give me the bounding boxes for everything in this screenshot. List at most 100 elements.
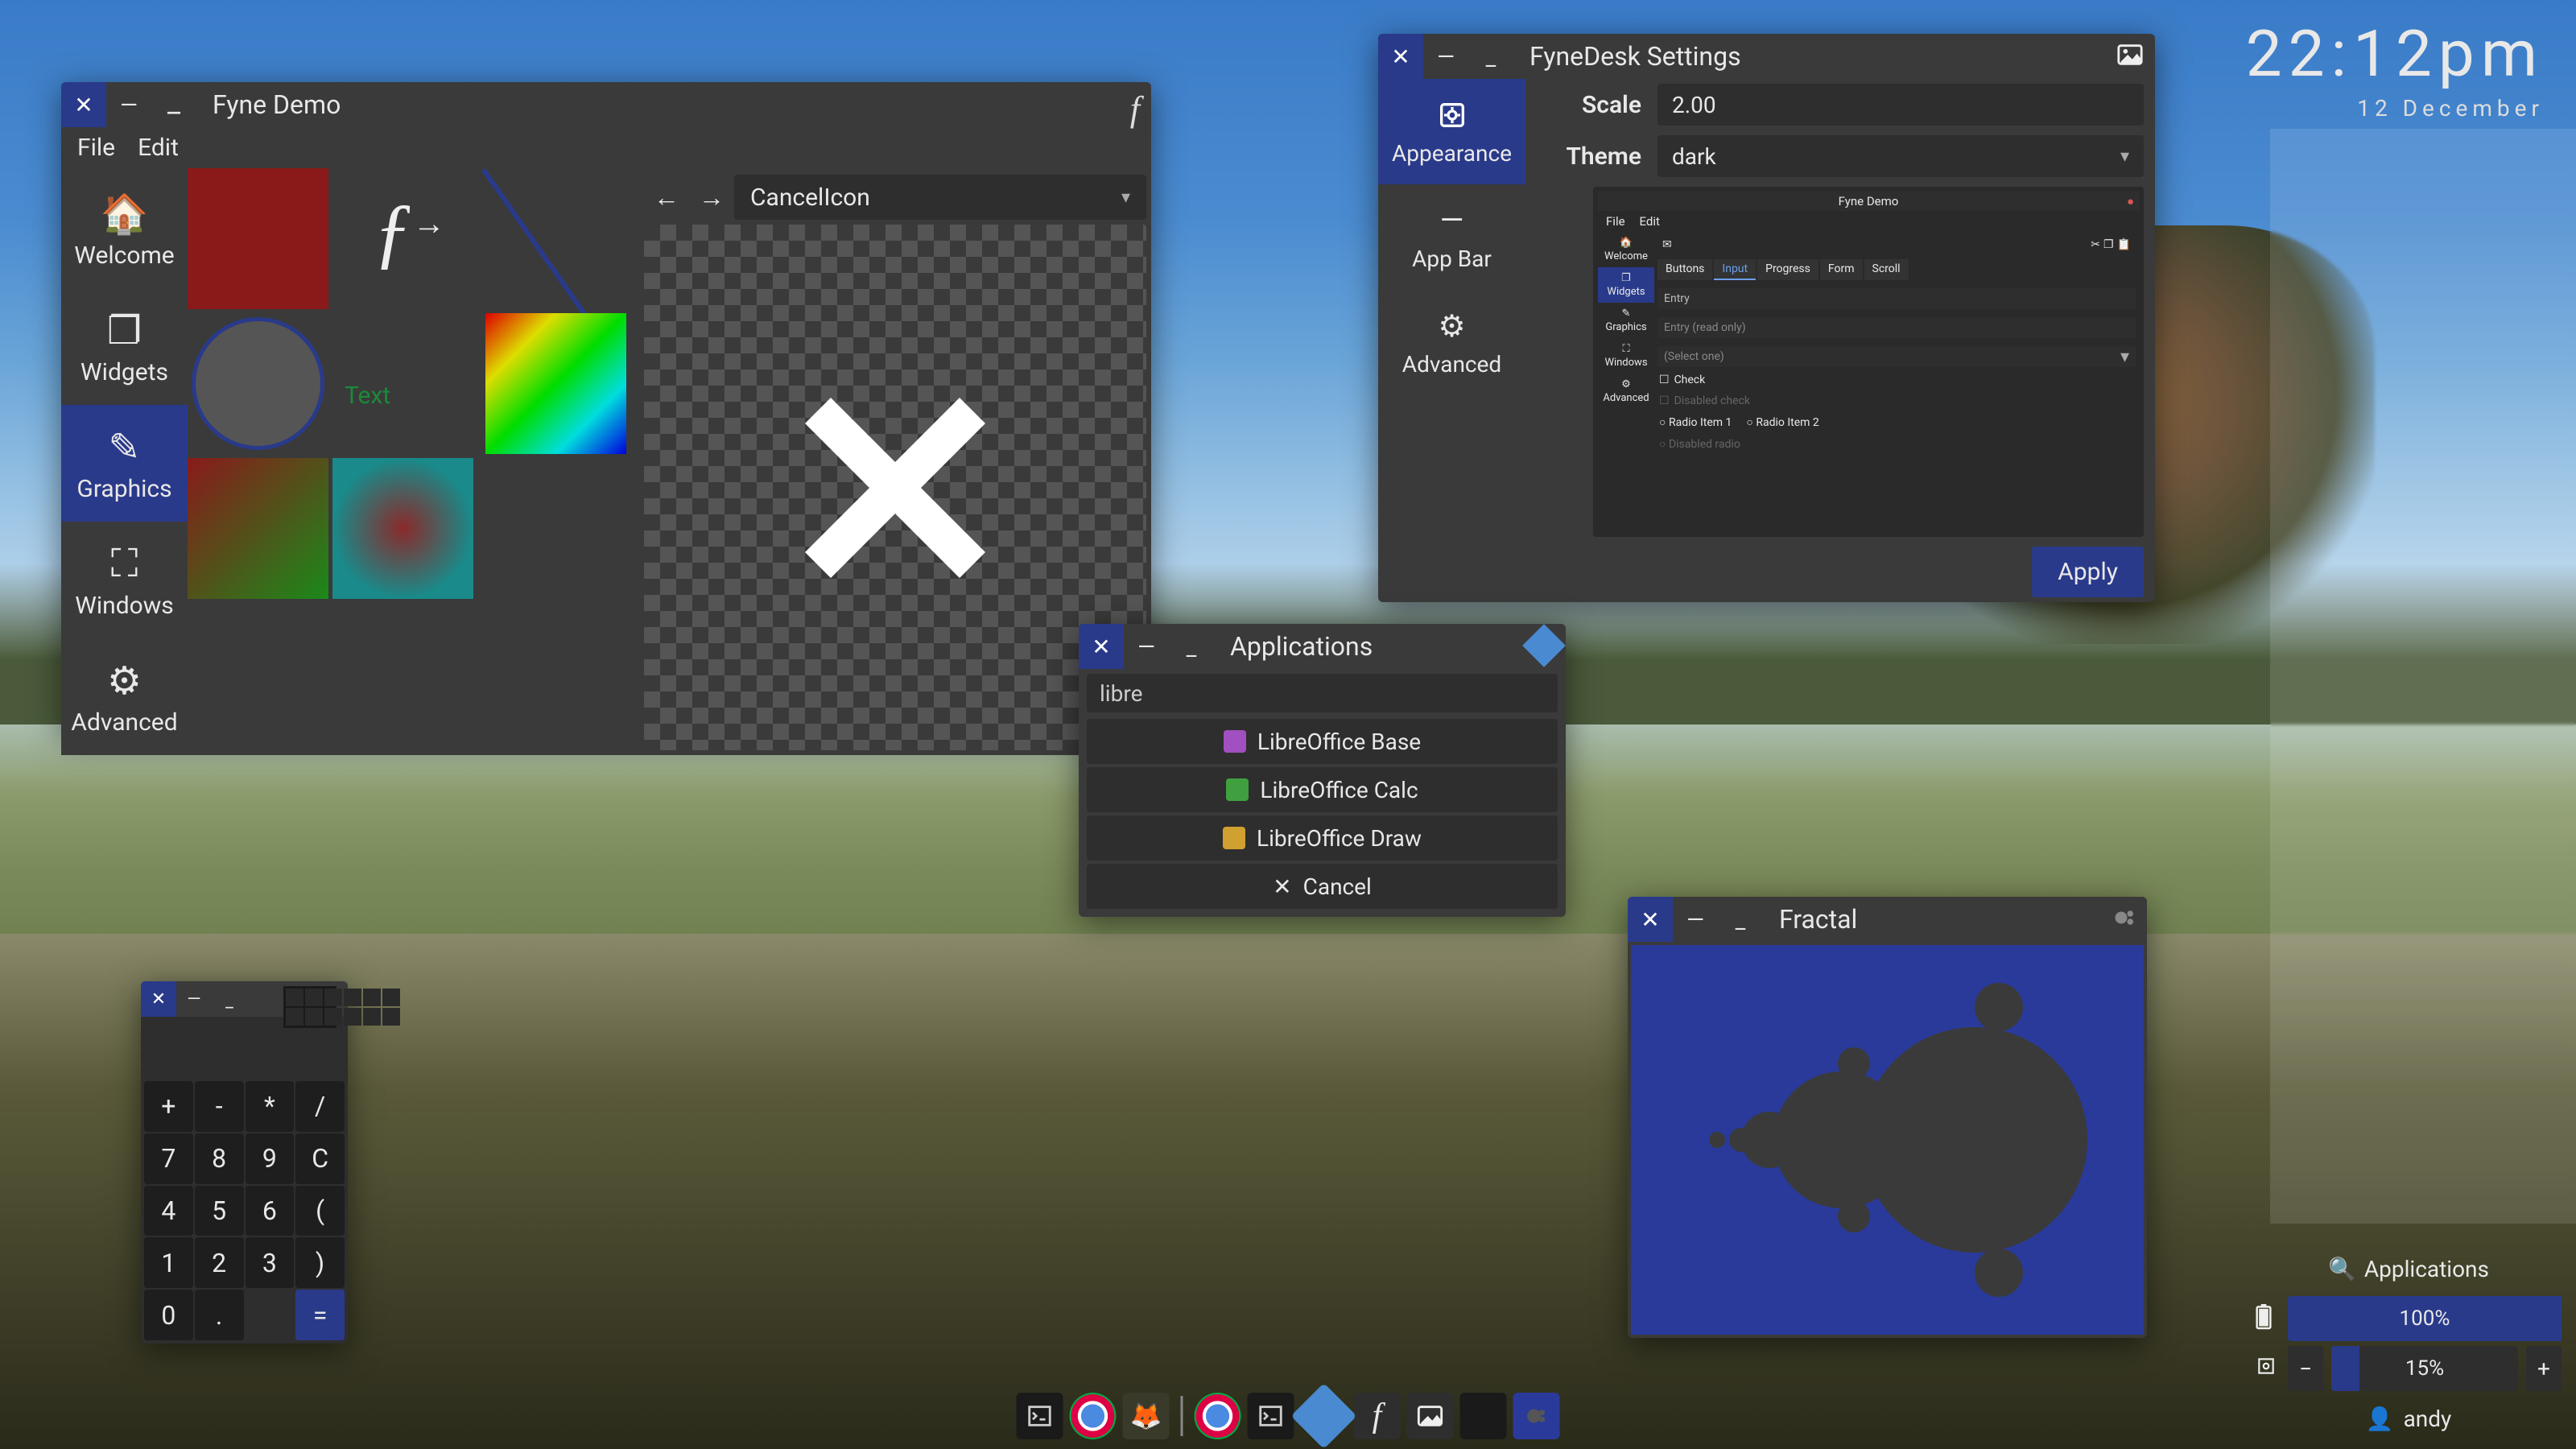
close-button[interactable]: ✕	[1378, 34, 1423, 79]
close-button[interactable]: ✕	[1079, 624, 1124, 669]
calc-key-2[interactable]: 2	[195, 1237, 244, 1288]
calc-key-=[interactable]: =	[295, 1290, 345, 1340]
sidebar-item-graphics[interactable]: ✎ Graphics	[61, 405, 188, 522]
radio-icon: ○	[1746, 416, 1752, 429]
calc-key-9[interactable]: 9	[246, 1133, 295, 1184]
calc-key-6[interactable]: 6	[246, 1186, 295, 1236]
chevron-down-icon: ▾	[2120, 147, 2129, 167]
minimize-button[interactable]: _	[1718, 897, 1763, 942]
close-button[interactable]: ✕	[1628, 897, 1673, 942]
window-title: Applications	[1214, 631, 1373, 662]
window-calculator: ✕ — _ +-*/ 789C 456(123) 0. =	[141, 981, 348, 1344]
libreoffice-draw-icon	[1223, 827, 1245, 849]
app-item-libreoffice-base[interactable]: LibreOffice Base	[1087, 719, 1558, 764]
calc-key-5[interactable]: 5	[195, 1186, 244, 1236]
calc-key-7[interactable]: 7	[144, 1133, 193, 1184]
apply-button[interactable]: Apply	[2032, 547, 2144, 597]
app-item-libreoffice-calc[interactable]: LibreOffice Calc	[1087, 767, 1558, 812]
maximize-button[interactable]: —	[1423, 34, 1468, 79]
titlebar[interactable]: ✕ — _ Fyne Demo f	[61, 82, 1151, 127]
brightness-up-button[interactable]: +	[2526, 1346, 2562, 1391]
task-calculator[interactable]	[1460, 1393, 1507, 1439]
app-item-libreoffice-draw[interactable]: LibreOffice Draw	[1087, 815, 1558, 861]
theme-select[interactable]: dark ▾	[1657, 135, 2144, 177]
task-terminal-running[interactable]	[1248, 1393, 1294, 1439]
fyne-logo-icon: f	[1130, 89, 1140, 130]
task-chromium[interactable]	[1070, 1393, 1117, 1439]
minimize-button[interactable]: _	[1169, 624, 1214, 669]
fyne-logo-icon	[1522, 624, 1566, 667]
calc-key--[interactable]: -	[195, 1081, 244, 1132]
maximize-button[interactable]: —	[1673, 897, 1718, 942]
window-applications: ✕ — _ Applications libre LibreOffice Bas…	[1079, 624, 1566, 917]
minimize-button[interactable]: _	[1468, 34, 1513, 79]
fractal-app-icon	[2113, 906, 2137, 933]
sidebar-item-advanced[interactable]: ⚙ Advanced	[1378, 290, 1525, 395]
brightness-down-button[interactable]: −	[2288, 1346, 2323, 1391]
calc-key-1[interactable]: 1	[144, 1237, 193, 1288]
task-fyne-demo[interactable]: f	[1354, 1393, 1401, 1439]
calc-key-3[interactable]: 3	[246, 1237, 295, 1288]
maximize-button[interactable]: —	[176, 981, 212, 1017]
maximize-button[interactable]: —	[1124, 624, 1169, 669]
close-icon: ✕	[1273, 873, 1291, 900]
calc-key-)[interactable]: )	[295, 1237, 345, 1288]
calc-key-/[interactable]: /	[295, 1081, 345, 1132]
sidebar-item-widgets[interactable]: ❐ Widgets	[61, 288, 188, 405]
desktop-right-panel	[2270, 129, 2576, 1224]
sidebar-item-windows[interactable]: ⛶ Windows	[61, 522, 188, 638]
minimize-button[interactable]: _	[151, 82, 196, 127]
calc-key-.[interactable]: .	[195, 1290, 244, 1340]
minimize-button[interactable]: _	[212, 981, 247, 1017]
icon-select[interactable]: CancelIcon ▾	[734, 175, 1146, 220]
next-icon-button[interactable]: →	[689, 175, 734, 220]
brightness-slider[interactable]: 15%	[2331, 1346, 2518, 1391]
close-button[interactable]: ✕	[61, 82, 106, 127]
applications-search[interactable]: 🔍 Applications	[2256, 1256, 2562, 1282]
radio-icon: ○	[1659, 416, 1666, 429]
prev-icon-button[interactable]: ←	[644, 175, 689, 220]
text-sample: Text	[345, 382, 390, 410]
task-chromium-running[interactable]	[1195, 1393, 1241, 1439]
scale-label: Scale	[1537, 91, 1641, 119]
task-fyne[interactable]	[1290, 1383, 1356, 1449]
menu-edit[interactable]: Edit	[138, 134, 179, 162]
sidebar-item-welcome[interactable]: 🏠 Welcome	[61, 171, 188, 288]
graphics-canvas: ƒ→ Text	[188, 168, 639, 755]
system-tray: 🔍 Applications 100% − 15% + 👤 andy	[2256, 1246, 2562, 1441]
red-green-gradient	[188, 458, 328, 599]
task-fractal[interactable]	[1513, 1393, 1560, 1439]
close-button[interactable]: ✕	[141, 981, 176, 1017]
battery-level: 100%	[2288, 1296, 2562, 1341]
username[interactable]: andy	[2404, 1406, 2452, 1432]
rainbow-gradient	[485, 313, 626, 454]
task-gimp[interactable]: 🦊	[1123, 1393, 1170, 1439]
calc-key-8[interactable]: 8	[195, 1133, 244, 1184]
fractal-canvas[interactable]	[1631, 945, 2144, 1335]
fullscreen-icon: ⛶	[111, 540, 138, 587]
gear-icon: ⚙	[1621, 378, 1631, 390]
window-fractal: ✕ — _ Fractal	[1628, 897, 2147, 1338]
calc-key-C[interactable]: C	[295, 1133, 345, 1184]
maximize-button[interactable]: —	[106, 82, 151, 127]
search-icon: 🔍	[2328, 1256, 2356, 1282]
sidebar-item-appbar[interactable]: — App Bar	[1378, 184, 1525, 290]
task-terminal[interactable]	[1017, 1393, 1063, 1439]
calc-key-*[interactable]: *	[246, 1081, 295, 1132]
menu-file[interactable]: File	[77, 134, 115, 162]
window-fynedesk-settings: ✕ — _ FyneDesk Settings Appearance — App…	[1378, 34, 2155, 602]
calc-key-+[interactable]: +	[144, 1081, 193, 1132]
cancel-button[interactable]: ✕ Cancel	[1087, 864, 1558, 909]
pencil-icon: ✎	[1622, 308, 1631, 320]
calc-key-([interactable]: (	[295, 1186, 345, 1236]
scale-input[interactable]: 2.00	[1657, 84, 2144, 126]
home-icon: 🏠	[1620, 237, 1633, 249]
sidebar-item-appearance[interactable]: Appearance	[1378, 79, 1525, 184]
task-settings[interactable]	[1407, 1393, 1454, 1439]
calc-key-4[interactable]: 4	[144, 1186, 193, 1236]
app-search-input[interactable]: libre	[1087, 674, 1558, 712]
calc-key-0[interactable]: 0	[144, 1290, 193, 1340]
copy-icon: ❐	[2103, 238, 2114, 251]
sidebar-item-advanced[interactable]: ⚙ Advanced	[61, 638, 188, 755]
radial-gradient	[332, 458, 473, 599]
